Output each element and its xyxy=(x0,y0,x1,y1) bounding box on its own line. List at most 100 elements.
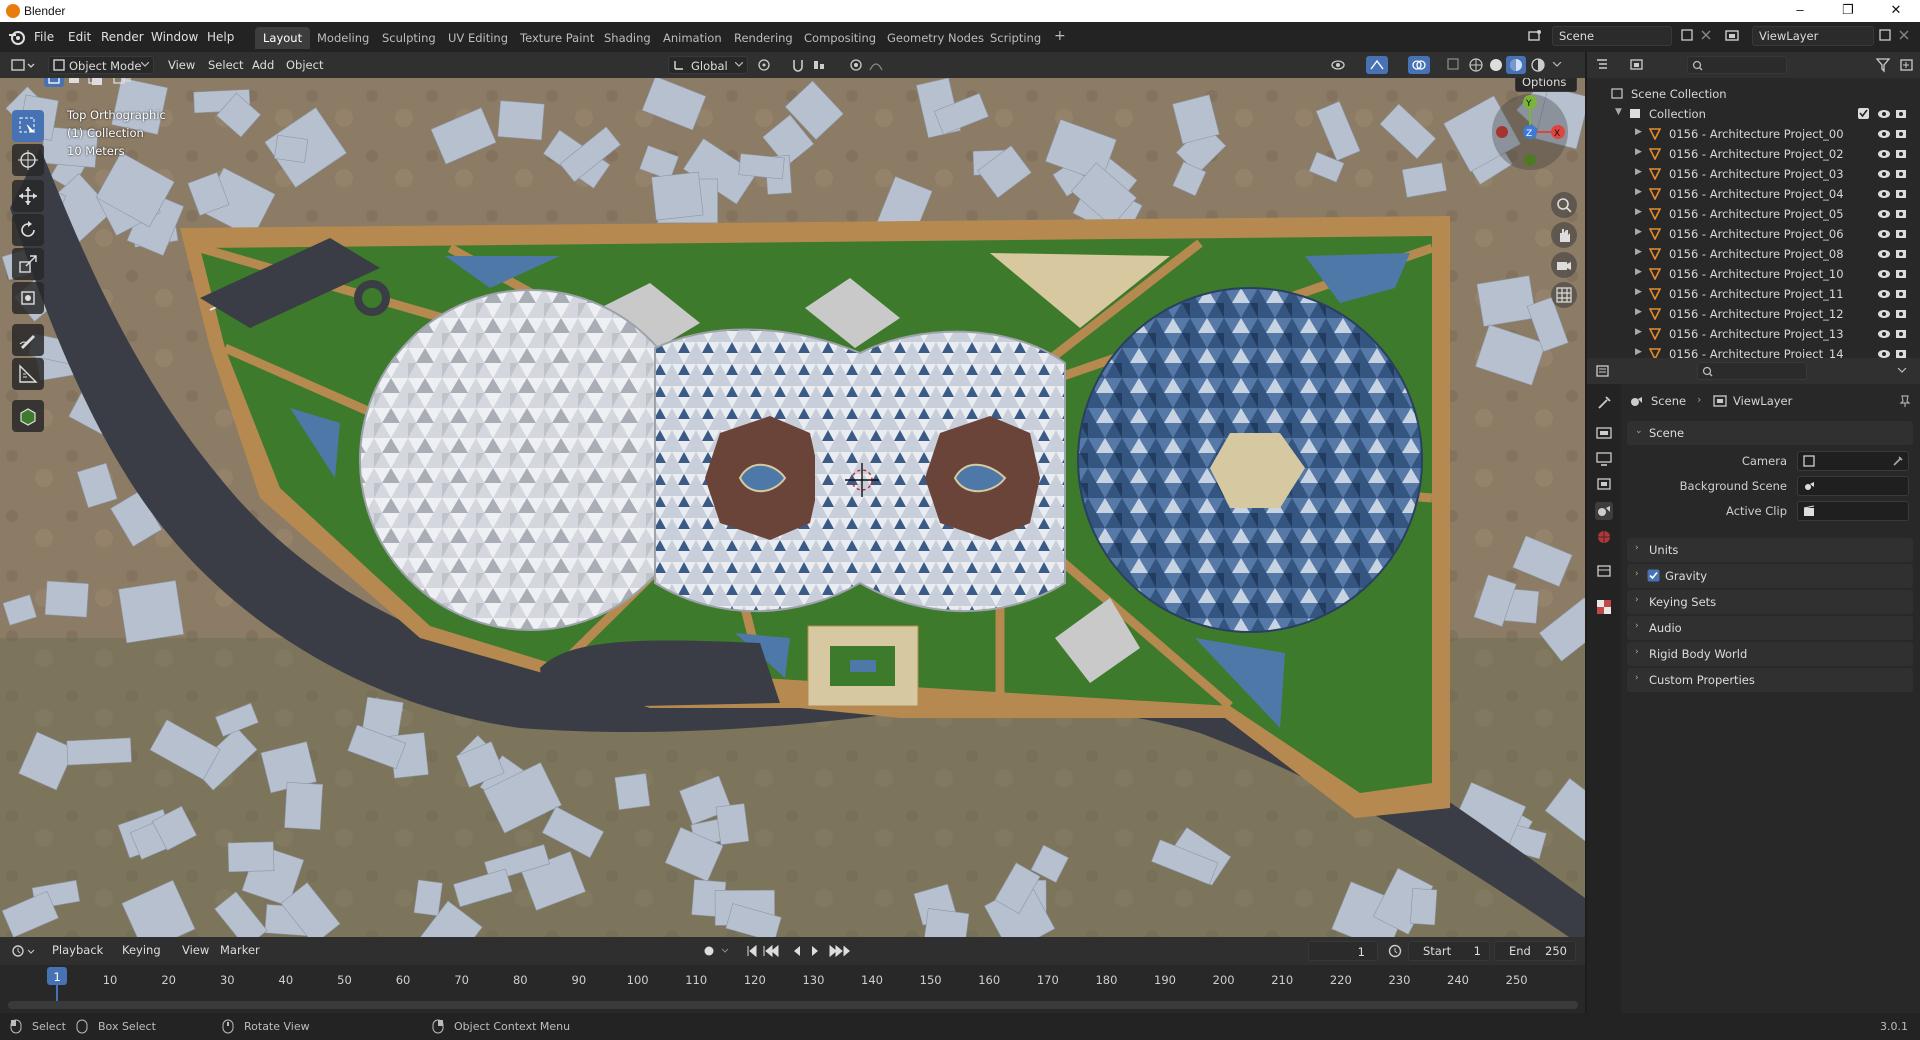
wireframe-shading-icon[interactable] xyxy=(1468,57,1484,73)
eye-icon[interactable] xyxy=(1877,327,1891,341)
eye-icon[interactable] xyxy=(1877,147,1891,161)
expand-icon[interactable]: ▶ xyxy=(1635,127,1642,137)
navigation-gizmo[interactable]: Y X Z xyxy=(1488,90,1572,174)
display-mode-icon[interactable] xyxy=(1629,57,1655,73)
expand-icon[interactable]: ▶ xyxy=(1635,187,1642,197)
expand-icon[interactable]: ▶ xyxy=(1635,267,1642,277)
shading-options-chevron-icon[interactable] xyxy=(1552,62,1562,68)
delete-viewlayer-icon[interactable] xyxy=(1898,29,1910,41)
perspective-toggle-button[interactable] xyxy=(1551,282,1577,308)
outliner-item[interactable]: ▶ 0156 - Architecture Project_10 xyxy=(1587,264,1920,284)
subpanel-rigid-body-world[interactable]: › Rigid Body World xyxy=(1627,642,1913,666)
menu-playback[interactable]: Playback xyxy=(46,941,109,959)
world-properties-icon[interactable] xyxy=(1595,528,1613,546)
outliner-collection[interactable]: ▼ Collection xyxy=(1587,104,1920,124)
tab-texture-paint[interactable]: Texture Paint xyxy=(512,27,602,49)
falloff-icon[interactable] xyxy=(868,57,898,73)
mode-selector[interactable]: Object Mode xyxy=(48,56,154,74)
editor-type-icon[interactable] xyxy=(10,57,36,73)
render-camera-icon[interactable] xyxy=(1895,207,1909,221)
camera-field[interactable] xyxy=(1797,451,1909,471)
xray-toggle-icon[interactable] xyxy=(1446,57,1464,73)
outliner-item[interactable]: ▶ 0156 - Architecture Project_08 xyxy=(1587,244,1920,264)
tab-scripting[interactable]: Scripting xyxy=(982,27,1049,49)
expand-icon[interactable]: ▶ xyxy=(1635,247,1642,257)
tab-layout[interactable]: Layout xyxy=(255,27,311,49)
render-camera-icon[interactable] xyxy=(1895,287,1909,301)
add-workspace-button[interactable]: + xyxy=(1046,27,1074,49)
timeline-editor-type-icon[interactable] xyxy=(10,943,36,959)
expand-icon[interactable]: ▶ xyxy=(1635,147,1642,157)
tool-move[interactable] xyxy=(12,180,44,212)
maximize-button[interactable]: ❐ xyxy=(1828,2,1868,20)
outliner-item[interactable]: ▶ 0156 - Architecture Project_05 xyxy=(1587,204,1920,224)
render-camera-icon[interactable] xyxy=(1895,227,1909,241)
properties-editor-type-icon[interactable] xyxy=(1595,363,1621,379)
background-scene-field[interactable] xyxy=(1797,476,1909,496)
exclude-checkbox-icon[interactable] xyxy=(1857,107,1871,121)
subpanel-keying-sets[interactable]: › Keying Sets xyxy=(1627,590,1913,614)
collection-properties-icon[interactable] xyxy=(1595,562,1613,580)
eyedropper-icon[interactable] xyxy=(1892,455,1904,467)
outliner-item[interactable]: ▶ 0156 - Architecture Project_11 xyxy=(1587,284,1920,304)
view-layer-properties-icon[interactable] xyxy=(1595,476,1613,494)
outliner-item[interactable]: ▶ 0156 - Architecture Project_03 xyxy=(1587,164,1920,184)
solid-shading-icon[interactable] xyxy=(1488,57,1504,73)
pivot-point-icon[interactable] xyxy=(756,57,786,73)
menu-marker[interactable]: Marker xyxy=(214,941,266,959)
eye-icon[interactable] xyxy=(1877,227,1891,241)
tab-uv-editing[interactable]: UV Editing xyxy=(440,27,516,49)
minimize-button[interactable]: – xyxy=(1780,2,1820,20)
menu-render[interactable]: Render xyxy=(101,30,144,44)
menu-object[interactable]: Object xyxy=(280,56,329,74)
close-button[interactable]: ✕ xyxy=(1876,2,1916,20)
tool-measure[interactable] xyxy=(12,358,44,390)
output-properties-icon[interactable] xyxy=(1595,450,1613,468)
tool-annotate[interactable] xyxy=(12,324,44,356)
tool-properties-icon[interactable] xyxy=(1595,394,1613,412)
pan-button[interactable] xyxy=(1551,222,1577,248)
expand-icon[interactable]: ▶ xyxy=(1635,307,1642,317)
outliner-scene-collection[interactable]: Scene Collection xyxy=(1587,84,1920,104)
tool-rotate[interactable] xyxy=(12,214,44,246)
proportional-edit-icon[interactable] xyxy=(848,57,864,73)
expand-icon[interactable]: ▶ xyxy=(1635,207,1642,217)
snap-target-icon[interactable] xyxy=(812,57,838,73)
eye-icon[interactable] xyxy=(1877,247,1891,261)
new-scene-icon[interactable] xyxy=(1680,28,1694,42)
expand-icon[interactable]: ▶ xyxy=(1635,327,1642,337)
properties-search-input[interactable] xyxy=(1697,362,1807,380)
camera-view-button[interactable] xyxy=(1551,252,1577,278)
tab-compositing[interactable]: Compositing xyxy=(796,27,884,49)
tab-shading[interactable]: Shading xyxy=(596,27,659,49)
subpanel-units[interactable]: › Units xyxy=(1627,538,1913,562)
tab-sculpting[interactable]: Sculpting xyxy=(374,27,444,49)
scene-properties-icon[interactable] xyxy=(1595,502,1613,520)
tool-transform[interactable] xyxy=(12,282,44,314)
outliner-item[interactable]: ▶ 0156 - Architecture Project_00 xyxy=(1587,124,1920,144)
overlays-toggle-icon[interactable] xyxy=(1408,56,1438,74)
texture-properties-icon[interactable] xyxy=(1595,598,1613,616)
render-camera-icon[interactable] xyxy=(1895,267,1909,281)
tab-modeling[interactable]: Modeling xyxy=(309,27,377,49)
chevron-down-icon[interactable] xyxy=(1897,368,1907,374)
eye-icon[interactable] xyxy=(1877,267,1891,281)
scene-panel-header[interactable]: ⌄ Scene xyxy=(1627,421,1913,445)
record-button-icon[interactable] xyxy=(702,944,732,958)
visibility-filter-icon[interactable] xyxy=(1330,57,1360,73)
scene-selector[interactable]: Scene xyxy=(1552,26,1672,46)
eye-icon[interactable] xyxy=(1877,107,1891,121)
render-camera-icon[interactable] xyxy=(1895,187,1909,201)
outliner-item[interactable]: ▶ 0156 - Architecture Project_04 xyxy=(1587,184,1920,204)
gravity-checkbox[interactable] xyxy=(1647,569,1660,582)
menu-timeline-view[interactable]: View xyxy=(176,941,215,959)
subpanel-gravity[interactable]: › Gravity xyxy=(1627,564,1913,588)
start-frame-field[interactable]: Start 1 xyxy=(1408,941,1490,961)
active-clip-field[interactable] xyxy=(1797,501,1909,521)
gizmo-toggle-icon[interactable] xyxy=(1366,56,1396,74)
outliner-item[interactable]: ▶ 0156 - Architecture Project_06 xyxy=(1587,224,1920,244)
menu-file[interactable]: File xyxy=(34,30,54,44)
rendered-shading-icon[interactable] xyxy=(1530,57,1546,73)
transform-orientation-selector[interactable]: Global xyxy=(668,56,748,74)
render-properties-icon[interactable] xyxy=(1595,424,1613,442)
